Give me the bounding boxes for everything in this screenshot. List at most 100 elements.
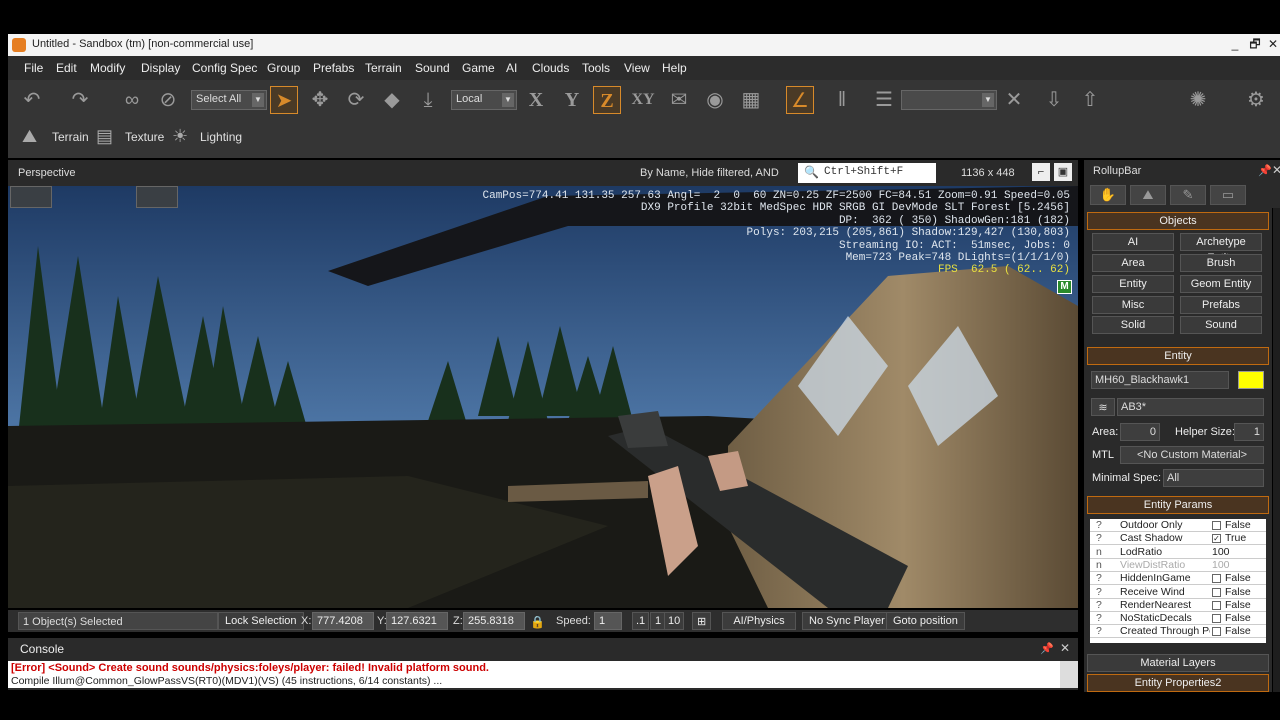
param-row[interactable]: ? Outdoor Only False [1090, 519, 1266, 532]
object-button-solid[interactable]: Solid [1092, 316, 1174, 334]
param-row[interactable]: ? NoStaticDecals False [1090, 612, 1266, 626]
menu-display[interactable]: Display [141, 61, 180, 75]
rotate-icon[interactable]: ⟳ [342, 86, 370, 114]
scale-icon[interactable]: ◆ [378, 86, 406, 114]
rollup-scrollbar[interactable] [1273, 208, 1280, 692]
object-button-area[interactable]: Area [1092, 254, 1174, 272]
menu-game[interactable]: Game [462, 61, 495, 75]
menu-group[interactable]: Group [267, 61, 300, 75]
menu-prefabs[interactable]: Prefabs [313, 61, 354, 75]
tab-modeling-icon[interactable]: ✎ [1170, 185, 1206, 205]
tab-objects-icon[interactable]: ✋ [1090, 185, 1126, 205]
param-checkbox[interactable] [1212, 627, 1221, 637]
link-icon[interactable]: ∞ [118, 86, 146, 114]
menu-file[interactable]: File [24, 61, 43, 75]
param-row[interactable]: n LodRatio 100 [1090, 546, 1266, 559]
minimal-spec-dropdown[interactable]: All [1163, 469, 1264, 487]
axis-xy-button[interactable]: XY [629, 86, 657, 114]
menu-sound[interactable]: Sound [415, 61, 450, 75]
layer-dropdown[interactable]: ▼ [901, 90, 997, 110]
param-checkbox[interactable]: ✓ [1212, 534, 1221, 544]
tab-display-icon[interactable]: ▭ [1210, 185, 1246, 205]
console-scrollbar[interactable] [1060, 661, 1078, 688]
object-button-sound[interactable]: Sound [1180, 316, 1262, 334]
pin-icon[interactable]: 📌 [1040, 642, 1054, 655]
close-window-button[interactable]: ✕ [1266, 37, 1280, 51]
ruler-tool-icon[interactable]: ⌐ [1032, 163, 1050, 181]
x-coordinate-field[interactable]: 777.4208 [312, 612, 374, 630]
menu-modify[interactable]: Modify [90, 61, 125, 75]
helper-size-field[interactable]: 1 [1234, 423, 1264, 441]
z-coordinate-field[interactable]: 255.8318 [463, 612, 525, 630]
param-checkbox[interactable] [1212, 574, 1221, 584]
y-coordinate-field[interactable]: 127.6321 [386, 612, 448, 630]
menu-help[interactable]: Help [662, 61, 687, 75]
layer-icon[interactable]: ≋ [1091, 398, 1115, 416]
angle-snap-icon[interactable]: ∠ [786, 86, 814, 114]
menu-clouds[interactable]: Clouds [532, 61, 569, 75]
layer-field[interactable]: AB3* [1117, 398, 1264, 416]
param-row[interactable]: ? Created Through Pool False [1090, 625, 1266, 639]
terrain-snap-icon[interactable]: ✉ [665, 86, 693, 114]
ai-physics-button[interactable]: AI/Physics [722, 612, 796, 630]
close-icon[interactable]: ✕ [1272, 163, 1280, 177]
speed-preset-10[interactable]: 10 [664, 612, 685, 630]
entity-properties2-section-header[interactable]: Entity Properties2 [1087, 674, 1269, 692]
select-cursor-icon[interactable]: ➤ [270, 86, 298, 114]
param-checkbox[interactable] [1212, 521, 1221, 530]
lock-selection-button[interactable]: Lock Selection [218, 612, 304, 630]
camera-icon[interactable]: ◉ [701, 86, 729, 114]
close-icon[interactable]: ✕ [1060, 641, 1070, 655]
param-row[interactable]: ? Cast Shadow ✓ True [1090, 532, 1266, 546]
object-button-misc[interactable]: Misc [1092, 296, 1174, 314]
speed-preset-0-1[interactable]: .1 [632, 612, 650, 630]
object-search-input[interactable]: 🔍 Ctrl+Shift+F [798, 163, 936, 183]
param-row[interactable]: ? RenderNearest False [1090, 599, 1266, 612]
physics-icon[interactable]: ⚙ [1242, 86, 1270, 114]
param-value[interactable]: 100 [1212, 559, 1230, 571]
viewport-thumbnail-2[interactable] [136, 186, 178, 208]
object-button-archetype-entity[interactable]: Archetype Entity [1180, 233, 1262, 264]
terrain-follow-icon[interactable]: ⊞ [692, 612, 712, 630]
3d-viewport[interactable]: CamPos=774.41 131.35 257.63 Angl= 2 0 60… [8, 186, 1078, 608]
grid-icon[interactable]: ▦ [737, 86, 765, 114]
unlink-icon[interactable]: ⊘ [154, 86, 182, 114]
minimize-button[interactable]: _ [1228, 37, 1242, 51]
restore-button[interactable]: 🗗 [1248, 37, 1262, 51]
tools-icon[interactable]: ✕ [1000, 86, 1028, 114]
menu-config-spec[interactable]: Config Spec [192, 61, 257, 75]
layer-list-icon[interactable]: ☰ [870, 86, 898, 114]
viewport-thumbnail-1[interactable] [10, 186, 52, 208]
param-checkbox[interactable] [1212, 600, 1221, 610]
move-icon[interactable]: ✥ [306, 86, 334, 114]
ruler-icon[interactable]: ‖ [828, 86, 856, 114]
object-button-brush[interactable]: Brush [1180, 254, 1262, 272]
axis-z-button[interactable]: Z [593, 86, 621, 114]
coord-system-dropdown[interactable]: Local ▼ [451, 90, 517, 110]
select-mode-dropdown[interactable]: Select All ▼ [191, 90, 267, 110]
axis-y-button[interactable]: Y [558, 86, 586, 114]
entity-section-header[interactable]: Entity [1087, 347, 1269, 365]
entity-name-field[interactable]: MH60_Blackhawk1 [1091, 371, 1229, 389]
import-icon[interactable]: ⇧ [1076, 86, 1104, 114]
maximize-viewport-icon[interactable]: ▣ [1054, 163, 1072, 181]
menu-ai[interactable]: AI [506, 61, 517, 75]
speed-field[interactable]: 1 [594, 612, 622, 630]
menu-edit[interactable]: Edit [56, 61, 77, 75]
object-button-prefabs[interactable]: Prefabs [1180, 296, 1262, 314]
param-checkbox[interactable] [1212, 587, 1221, 597]
param-value[interactable]: 100 [1212, 546, 1230, 558]
material-button[interactable]: <No Custom Material> [1120, 446, 1264, 464]
viewport-name[interactable]: Perspective [18, 167, 75, 179]
object-button-ai[interactable]: AI [1092, 233, 1174, 251]
object-button-entity[interactable]: Entity [1092, 275, 1174, 293]
export-icon[interactable]: ⇩ [1040, 86, 1068, 114]
texture-button[interactable]: Texture [125, 130, 164, 144]
menu-view[interactable]: View [624, 61, 650, 75]
menu-tools[interactable]: Tools [582, 61, 610, 75]
goto-position-button[interactable]: Goto position [886, 612, 965, 630]
redo-icon[interactable]: ↷ [66, 86, 94, 114]
lock-icon[interactable]: 🔒 [530, 615, 545, 629]
lighting-button[interactable]: Lighting [200, 130, 242, 144]
game-mode-icon[interactable]: ✺ [1184, 86, 1212, 114]
